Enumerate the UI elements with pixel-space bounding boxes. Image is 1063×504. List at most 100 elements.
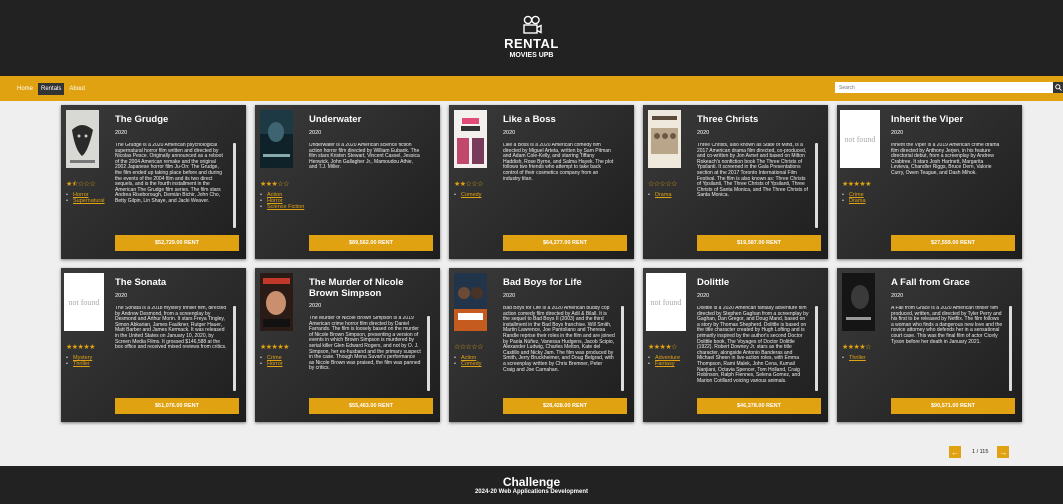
rent-button[interactable]: $55,463.00 RENT xyxy=(309,398,433,414)
movie-year: 2020 xyxy=(697,130,710,136)
genre-link[interactable]: Horror xyxy=(260,361,310,367)
movie-poster: not found xyxy=(840,110,880,168)
movie-card: ★★☆☆☆ Comedy Like a Boss 2020 Like a Bos… xyxy=(449,105,634,259)
next-page-button[interactable]: → xyxy=(997,446,1010,458)
search-button[interactable] xyxy=(1053,82,1063,93)
movie-description: Dolittle is a 2020 American fantasy adve… xyxy=(697,306,809,384)
movie-poster xyxy=(454,273,487,331)
genre-list: Thriller xyxy=(842,355,892,361)
movie-card: not found ★★★★☆ AdventureFantasy Dolittl… xyxy=(643,268,828,422)
search-bar xyxy=(835,82,1063,93)
genre-list: AdventureFantasy xyxy=(648,355,698,367)
pagination: ← 1 / 115 → xyxy=(949,446,1010,458)
star-rating: ★★★★☆ xyxy=(842,344,871,351)
prev-page-button[interactable]: ← xyxy=(949,446,961,458)
nav-home[interactable]: Home xyxy=(14,83,36,95)
nav-about[interactable]: About xyxy=(66,83,88,95)
movie-poster: not found xyxy=(64,273,104,331)
genre-list: CrimeHorror xyxy=(260,355,310,367)
movie-description: Underwater is a 2020 American science fi… xyxy=(309,143,420,171)
search-input[interactable] xyxy=(835,82,1053,93)
movie-poster: not found xyxy=(646,273,686,331)
movie-title: The Grudge xyxy=(115,114,169,125)
movie-title: Like a Boss xyxy=(503,114,556,125)
description-scrollbar[interactable] xyxy=(233,306,236,391)
movie-card: ★★★★☆ Thriller A Fall from Grace 2020 A … xyxy=(837,268,1022,422)
rent-button[interactable]: $27,559.00 RENT xyxy=(891,235,1015,251)
movie-description: Like a Boss is a 2020 American comedy fi… xyxy=(503,143,614,182)
rent-button[interactable]: $19,587.00 RENT xyxy=(697,235,821,251)
movie-title: The Murder of Nicole Brown Simpson xyxy=(309,277,404,299)
genre-link[interactable]: Supernatural xyxy=(66,198,116,204)
movie-description: The Murder of Nicole Brown Simpson is a … xyxy=(309,316,421,372)
genre-list: CrimeDrama xyxy=(842,192,892,204)
movie-poster xyxy=(66,110,99,168)
footer-subtitle: 2024-20 Web Applications Development xyxy=(474,488,589,495)
movie-title: The Sonata xyxy=(115,277,167,288)
rent-button[interactable]: $46,378.00 RENT xyxy=(697,398,821,414)
genre-link[interactable]: Thriller xyxy=(842,355,892,361)
movie-year: 2020 xyxy=(503,293,516,299)
genre-link[interactable]: Drama xyxy=(648,192,698,198)
star-rating: ★★★★★ xyxy=(260,344,289,351)
movie-title: Bad Boys for Life xyxy=(503,277,582,288)
genre-link[interactable]: Comedy xyxy=(454,192,504,198)
genre-link[interactable]: Fantasy xyxy=(648,361,698,367)
movie-poster xyxy=(842,273,875,331)
search-icon xyxy=(1054,84,1062,91)
rent-button[interactable]: $52,729.00 RENT xyxy=(115,235,239,251)
brand-subtitle: MOVIES UPB xyxy=(509,52,554,59)
genre-list: Drama xyxy=(648,192,698,198)
movie-year: 2020 xyxy=(115,130,128,136)
movie-card: ★★★★★ CrimeHorror The Murder of Nicole B… xyxy=(255,268,440,422)
star-rating: ★★★☆☆ xyxy=(260,181,289,188)
rent-button[interactable]: $89,562.00 RENT xyxy=(309,235,433,251)
rent-button[interactable]: $90,571.00 RENT xyxy=(891,398,1015,414)
arrow-left-icon: ← xyxy=(951,447,959,457)
movie-card: ☆☆☆☆☆ Drama Three Christs 2020 Three Chr… xyxy=(643,105,828,259)
description-scrollbar[interactable] xyxy=(233,143,236,228)
star-rating: ★★★★★ xyxy=(66,344,95,351)
rent-button[interactable]: $61,076.00 RENT xyxy=(115,398,239,414)
movie-grid: ★⯪☆☆☆ Horror Supernatural The Grudge 2020… xyxy=(61,105,1022,422)
genre-link[interactable]: Comedy xyxy=(454,361,504,367)
movie-title: Dolittle xyxy=(697,277,730,288)
movie-description: Inherit the Viper is a 2019 American cri… xyxy=(891,143,1000,176)
movie-title: Three Christs xyxy=(697,114,759,125)
genre-link[interactable]: Thriller xyxy=(66,361,116,367)
movie-poster xyxy=(260,110,293,168)
page-indicator: 1 / 115 xyxy=(972,449,989,455)
movie-year: 2020 xyxy=(891,130,904,136)
genre-link[interactable]: Science Fiction xyxy=(260,204,310,210)
movie-poster xyxy=(454,110,487,168)
movie-description: Three Christs, also known as State of Mi… xyxy=(697,143,808,199)
movie-title: A Fall from Grace xyxy=(891,277,970,288)
description-scrollbar[interactable] xyxy=(621,306,624,391)
movie-year: 2020 xyxy=(697,293,710,299)
description-scrollbar[interactable] xyxy=(1009,306,1012,391)
movie-poster xyxy=(260,273,293,331)
movie-year: 2020 xyxy=(891,293,904,299)
movie-year: 2020 xyxy=(309,303,322,309)
footer-title: Challenge xyxy=(502,474,561,489)
description-scrollbar[interactable] xyxy=(427,316,430,391)
arrow-right-icon: → xyxy=(999,447,1008,457)
movie-card: ★⯪☆☆☆ HorrorSupernatural The Grudge 2020… xyxy=(61,105,246,259)
description-scrollbar[interactable] xyxy=(815,306,818,391)
star-rating: ★★☆☆☆ xyxy=(454,181,483,188)
movie-description: Bad Boys for Life is a 2020 American bud… xyxy=(503,306,615,373)
description-scrollbar[interactable] xyxy=(815,143,818,228)
star-rating: ☆☆☆☆☆ xyxy=(454,344,483,351)
movie-description: A Fall from Grace is a 2020 American thr… xyxy=(891,306,1003,345)
rent-button[interactable]: $64,277.00 RENT xyxy=(503,235,627,251)
star-rating: ★★★★☆ xyxy=(648,344,677,351)
rent-button[interactable]: $28,428.00 RENT xyxy=(503,398,627,414)
movie-description: The Sonata is a 2018 mystery thriller fi… xyxy=(115,306,227,351)
star-rating: ★⯪☆☆☆ xyxy=(66,181,96,188)
nav-rentals[interactable]: Rentals xyxy=(38,82,65,95)
main-nav: Home Rentals About xyxy=(0,76,1063,101)
movie-title: Inherit the Viper xyxy=(891,114,964,125)
genre-link[interactable]: Drama xyxy=(842,198,892,204)
movie-year: 2020 xyxy=(503,130,516,136)
site-header: RENTAL MOVIES UPB xyxy=(0,0,1063,76)
